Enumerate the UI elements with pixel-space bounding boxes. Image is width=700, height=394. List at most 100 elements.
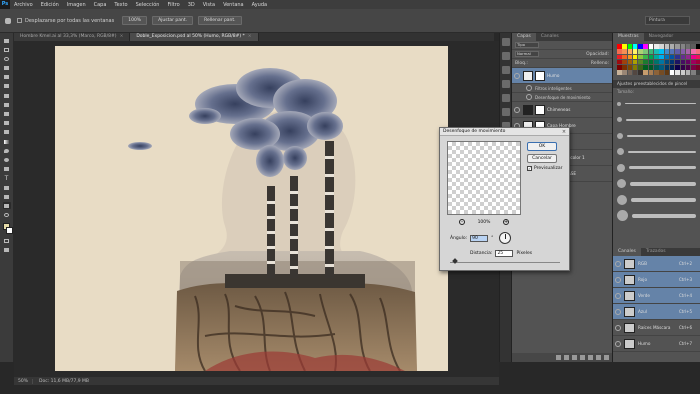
menu-item-capa[interactable]: Capa: [90, 2, 111, 8]
brush-preset[interactable]: [613, 144, 700, 160]
adjustments-panel-icon[interactable]: [501, 66, 510, 74]
color-swatch[interactable]: [675, 54, 680, 60]
menu-item-selecci-n[interactable]: Selección: [132, 2, 164, 8]
history-panel-icon[interactable]: [501, 38, 510, 46]
color-swatch[interactable]: [648, 65, 654, 70]
color-swatch[interactable]: [685, 59, 691, 65]
visibility-eye-icon[interactable]: [514, 72, 520, 79]
layer-style-icon[interactable]: [564, 355, 569, 360]
color-swatch[interactable]: [622, 70, 627, 75]
color-swatch[interactable]: [622, 49, 627, 54]
tab-paths[interactable]: Trazados: [640, 248, 671, 256]
hand-tool-icon[interactable]: [2, 202, 11, 210]
smart-filter-row[interactable]: Filtros inteligentes: [512, 84, 612, 93]
color-swatch[interactable]: [638, 44, 643, 49]
tab-navigator[interactable]: Navegador: [643, 33, 679, 41]
path-selection-tool-icon[interactable]: [3, 184, 11, 191]
color-swatch[interactable]: [643, 65, 648, 70]
eraser-tool-icon[interactable]: [3, 129, 11, 136]
tab-layers[interactable]: Capas: [512, 33, 536, 41]
color-swatch[interactable]: [664, 44, 670, 49]
color-swatch[interactable]: [643, 54, 648, 60]
clone-stamp-tool-icon[interactable]: [3, 111, 11, 118]
angle-dial[interactable]: [499, 232, 512, 244]
visibility-eye-icon[interactable]: [615, 292, 621, 299]
color-swatch[interactable]: [669, 49, 675, 54]
channel-row[interactable]: RGB Ctrl+2: [613, 256, 700, 272]
eyedropper-tool-icon[interactable]: [3, 83, 11, 90]
menu-item-ayuda[interactable]: Ayuda: [248, 2, 271, 8]
filter-visibility-eye-icon[interactable]: [526, 85, 532, 91]
healing-brush-tool-icon[interactable]: [3, 92, 11, 99]
history-brush-tool-icon[interactable]: [3, 120, 11, 127]
new-group-icon[interactable]: [588, 355, 593, 360]
layer-row[interactable]: Chimeneas: [512, 102, 612, 118]
brush-preset[interactable]: [613, 128, 700, 144]
color-swatch[interactable]: [685, 70, 691, 75]
cancel-button[interactable]: Cancelar: [527, 154, 557, 163]
color-swatch[interactable]: [691, 54, 696, 60]
pen-tool-icon[interactable]: [3, 166, 11, 173]
tab-swatches[interactable]: Muestras: [613, 33, 644, 41]
color-swatch[interactable]: [680, 44, 686, 49]
blur-tool-icon[interactable]: [3, 147, 11, 154]
color-swatch[interactable]: [654, 65, 659, 70]
zoom-100-button[interactable]: 100%: [122, 16, 148, 25]
color-swatch[interactable]: [691, 49, 696, 54]
distance-slider-track[interactable]: [450, 262, 560, 263]
color-swatch[interactable]: [627, 44, 633, 49]
distance-input[interactable]: 25: [495, 250, 514, 257]
color-swatch[interactable]: [659, 44, 664, 49]
close-icon[interactable]: ×: [120, 34, 124, 39]
menu-item-archivo[interactable]: Archivo: [10, 2, 37, 8]
color-swatch[interactable]: [648, 59, 654, 65]
menu-item-imagen[interactable]: Imagen: [63, 2, 90, 8]
brush-tool-icon[interactable]: [3, 101, 11, 108]
color-swatch[interactable]: [643, 70, 648, 75]
color-swatch[interactable]: [669, 54, 675, 60]
brush-preset[interactable]: [613, 176, 700, 192]
fill-screen-button[interactable]: Rellenar pant.: [198, 16, 242, 25]
color-swatch[interactable]: [659, 54, 664, 60]
color-swatch[interactable]: [648, 54, 654, 60]
color-swatch[interactable]: [617, 70, 622, 75]
adjustment-layer-icon[interactable]: [580, 355, 585, 360]
move-tool-icon[interactable]: [3, 37, 11, 44]
doc-tab-hombre[interactable]: Hombre Kmel.ai al 33,3% (Marco, RGB/8#) ×: [14, 33, 131, 41]
close-icon[interactable]: ×: [561, 129, 567, 135]
menu-item-ventana[interactable]: Ventana: [219, 2, 248, 8]
filter-preview[interactable]: [447, 141, 521, 215]
visibility-eye-icon[interactable]: [615, 260, 621, 267]
character-panel-icon[interactable]: [501, 80, 510, 88]
gradient-tool-icon[interactable]: [3, 138, 11, 145]
color-swatch[interactable]: [627, 59, 633, 65]
color-swatch[interactable]: [659, 49, 664, 54]
color-swatch[interactable]: [622, 59, 627, 65]
type-tool-icon[interactable]: T: [3, 175, 11, 182]
color-swatch[interactable]: [664, 59, 670, 65]
preview-checkbox[interactable]: ✓: [527, 166, 532, 171]
color-swatch[interactable]: [696, 54, 700, 60]
channel-row[interactable]: Rojo Ctrl+3: [613, 272, 700, 288]
color-swatch[interactable]: [654, 70, 659, 75]
color-swatch[interactable]: [659, 70, 664, 75]
visibility-eye-icon[interactable]: [615, 340, 621, 347]
color-swatch[interactable]: [627, 49, 633, 54]
add-mask-icon[interactable]: [572, 355, 577, 360]
color-swatch[interactable]: [632, 70, 638, 75]
color-swatch[interactable]: [696, 65, 700, 70]
lasso-tool-icon[interactable]: [3, 55, 11, 62]
color-swatch[interactable]: [648, 44, 654, 49]
color-swatch[interactable]: [675, 49, 680, 54]
visibility-eye-icon[interactable]: [615, 276, 621, 283]
visibility-eye-icon[interactable]: [615, 308, 621, 315]
quick-select-tool-icon[interactable]: [3, 65, 11, 72]
color-swatch[interactable]: [685, 49, 691, 54]
new-layer-icon[interactable]: [596, 355, 601, 360]
shape-tool-icon[interactable]: [3, 193, 11, 200]
screen-mode-icon[interactable]: [3, 247, 11, 254]
zoom-tool-icon[interactable]: [3, 212, 11, 219]
color-swatch[interactable]: [632, 44, 638, 49]
dodge-tool-icon[interactable]: [3, 156, 11, 163]
color-swatch[interactable]: [627, 70, 633, 75]
